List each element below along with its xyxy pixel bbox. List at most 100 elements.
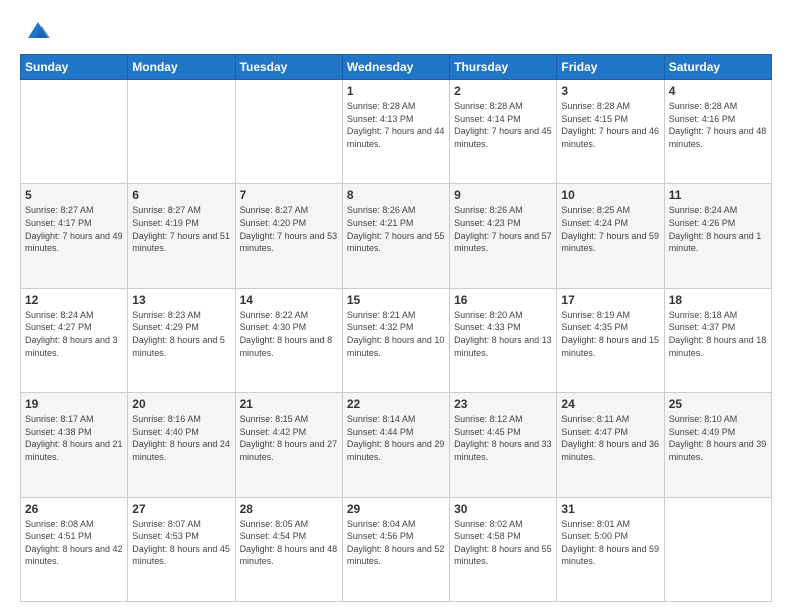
day-info: Sunrise: 8:25 AM Sunset: 4:24 PM Dayligh… [561, 204, 659, 254]
day-info: Sunrise: 8:16 AM Sunset: 4:40 PM Dayligh… [132, 413, 230, 463]
day-number: 20 [132, 397, 230, 411]
day-info: Sunrise: 8:19 AM Sunset: 4:35 PM Dayligh… [561, 309, 659, 359]
day-number: 31 [561, 502, 659, 516]
calendar-table: SundayMondayTuesdayWednesdayThursdayFrid… [20, 54, 772, 602]
day-number: 26 [25, 502, 123, 516]
day-info: Sunrise: 8:24 AM Sunset: 4:27 PM Dayligh… [25, 309, 123, 359]
weekday-header-friday: Friday [557, 55, 664, 80]
day-info: Sunrise: 8:26 AM Sunset: 4:23 PM Dayligh… [454, 204, 552, 254]
day-info: Sunrise: 8:05 AM Sunset: 4:54 PM Dayligh… [240, 518, 338, 568]
day-number: 5 [25, 188, 123, 202]
day-number: 3 [561, 84, 659, 98]
day-info: Sunrise: 8:08 AM Sunset: 4:51 PM Dayligh… [25, 518, 123, 568]
day-number: 30 [454, 502, 552, 516]
calendar-cell [128, 80, 235, 184]
calendar-week-5: 26 Sunrise: 8:08 AM Sunset: 4:51 PM Dayli… [21, 497, 772, 601]
page: SundayMondayTuesdayWednesdayThursdayFrid… [0, 0, 792, 612]
calendar-cell: 20 Sunrise: 8:16 AM Sunset: 4:40 PM Dayli… [128, 393, 235, 497]
day-info: Sunrise: 8:27 AM Sunset: 4:19 PM Dayligh… [132, 204, 230, 254]
calendar-cell: 6 Sunrise: 8:27 AM Sunset: 4:19 PM Daylig… [128, 184, 235, 288]
day-info: Sunrise: 8:12 AM Sunset: 4:45 PM Dayligh… [454, 413, 552, 463]
calendar-week-1: 1 Sunrise: 8:28 AM Sunset: 4:13 PM Daylig… [21, 80, 772, 184]
day-info: Sunrise: 8:28 AM Sunset: 4:15 PM Dayligh… [561, 100, 659, 150]
calendar-cell: 19Sunrise: 8:17 AM Sunset: 4:38 PM Dayli… [21, 393, 128, 497]
day-info: Sunrise: 8:01 AM Sunset: 5:00 PM Dayligh… [561, 518, 659, 568]
day-info: Sunrise: 8:23 AM Sunset: 4:29 PM Dayligh… [132, 309, 230, 359]
calendar-cell: 29 Sunrise: 8:04 AM Sunset: 4:56 PM Dayli… [342, 497, 449, 601]
logo [20, 16, 52, 44]
day-info: Sunrise: 8:28 AM Sunset: 4:16 PM Dayligh… [669, 100, 767, 150]
calendar-cell: 25 Sunrise: 8:10 AM Sunset: 4:49 PM Dayli… [664, 393, 771, 497]
calendar-cell: 24Sunrise: 8:11 AM Sunset: 4:47 PM Dayli… [557, 393, 664, 497]
calendar-cell: 23 Sunrise: 8:12 AM Sunset: 4:45 PM Dayli… [450, 393, 557, 497]
day-info: Sunrise: 8:28 AM Sunset: 4:14 PM Dayligh… [454, 100, 552, 150]
calendar-cell: 30Sunrise: 8:02 AM Sunset: 4:58 PM Dayli… [450, 497, 557, 601]
calendar-cell: 1 Sunrise: 8:28 AM Sunset: 4:13 PM Daylig… [342, 80, 449, 184]
calendar-cell [664, 497, 771, 601]
day-number: 14 [240, 293, 338, 307]
day-number: 22 [347, 397, 445, 411]
day-number: 29 [347, 502, 445, 516]
calendar-cell: 11 Sunrise: 8:24 AM Sunset: 4:26 PM Dayli… [664, 184, 771, 288]
calendar-cell: 7Sunrise: 8:27 AM Sunset: 4:20 PM Daylig… [235, 184, 342, 288]
day-info: Sunrise: 8:07 AM Sunset: 4:53 PM Dayligh… [132, 518, 230, 568]
weekday-header-thursday: Thursday [450, 55, 557, 80]
day-info: Sunrise: 8:04 AM Sunset: 4:56 PM Dayligh… [347, 518, 445, 568]
calendar-cell: 3 Sunrise: 8:28 AM Sunset: 4:15 PM Daylig… [557, 80, 664, 184]
calendar-cell: 31 Sunrise: 8:01 AM Sunset: 5:00 PM Dayli… [557, 497, 664, 601]
calendar-cell: 8 Sunrise: 8:26 AM Sunset: 4:21 PM Daylig… [342, 184, 449, 288]
day-number: 11 [669, 188, 767, 202]
calendar-cell: 21 Sunrise: 8:15 AM Sunset: 4:42 PM Dayli… [235, 393, 342, 497]
day-number: 27 [132, 502, 230, 516]
calendar-cell: 15Sunrise: 8:21 AM Sunset: 4:32 PM Dayli… [342, 288, 449, 392]
day-number: 8 [347, 188, 445, 202]
calendar-cell: 5 Sunrise: 8:27 AM Sunset: 4:17 PM Daylig… [21, 184, 128, 288]
day-info: Sunrise: 8:22 AM Sunset: 4:30 PM Dayligh… [240, 309, 338, 359]
day-number: 1 [347, 84, 445, 98]
weekday-header-saturday: Saturday [664, 55, 771, 80]
calendar-cell: 9 Sunrise: 8:26 AM Sunset: 4:23 PM Daylig… [450, 184, 557, 288]
day-number: 23 [454, 397, 552, 411]
calendar-cell: 12 Sunrise: 8:24 AM Sunset: 4:27 PM Dayli… [21, 288, 128, 392]
calendar-cell: 18Sunrise: 8:18 AM Sunset: 4:37 PM Dayli… [664, 288, 771, 392]
day-info: Sunrise: 8:15 AM Sunset: 4:42 PM Dayligh… [240, 413, 338, 463]
day-info: Sunrise: 8:24 AM Sunset: 4:26 PM Dayligh… [669, 204, 767, 254]
day-number: 21 [240, 397, 338, 411]
day-info: Sunrise: 8:11 AM Sunset: 4:47 PM Dayligh… [561, 413, 659, 463]
day-info: Sunrise: 8:20 AM Sunset: 4:33 PM Dayligh… [454, 309, 552, 359]
day-number: 2 [454, 84, 552, 98]
day-number: 16 [454, 293, 552, 307]
day-info: Sunrise: 8:21 AM Sunset: 4:32 PM Dayligh… [347, 309, 445, 359]
calendar-cell [235, 80, 342, 184]
calendar-week-3: 12 Sunrise: 8:24 AM Sunset: 4:27 PM Dayli… [21, 288, 772, 392]
weekday-header-monday: Monday [128, 55, 235, 80]
day-number: 12 [25, 293, 123, 307]
calendar-week-2: 5 Sunrise: 8:27 AM Sunset: 4:17 PM Daylig… [21, 184, 772, 288]
calendar-cell: 10Sunrise: 8:25 AM Sunset: 4:24 PM Dayli… [557, 184, 664, 288]
calendar-cell: 4Sunrise: 8:28 AM Sunset: 4:16 PM Daylig… [664, 80, 771, 184]
day-info: Sunrise: 8:14 AM Sunset: 4:44 PM Dayligh… [347, 413, 445, 463]
header [20, 16, 772, 44]
day-number: 18 [669, 293, 767, 307]
weekday-header-wednesday: Wednesday [342, 55, 449, 80]
day-info: Sunrise: 8:28 AM Sunset: 4:13 PM Dayligh… [347, 100, 445, 150]
day-number: 7 [240, 188, 338, 202]
day-info: Sunrise: 8:26 AM Sunset: 4:21 PM Dayligh… [347, 204, 445, 254]
day-number: 17 [561, 293, 659, 307]
day-number: 6 [132, 188, 230, 202]
calendar-cell: 27 Sunrise: 8:07 AM Sunset: 4:53 PM Dayli… [128, 497, 235, 601]
calendar-cell: 28Sunrise: 8:05 AM Sunset: 4:54 PM Dayli… [235, 497, 342, 601]
day-number: 13 [132, 293, 230, 307]
calendar-cell: 2 Sunrise: 8:28 AM Sunset: 4:14 PM Daylig… [450, 80, 557, 184]
weekday-header-sunday: Sunday [21, 55, 128, 80]
day-number: 9 [454, 188, 552, 202]
calendar-week-4: 19Sunrise: 8:17 AM Sunset: 4:38 PM Dayli… [21, 393, 772, 497]
calendar-cell: 26 Sunrise: 8:08 AM Sunset: 4:51 PM Dayli… [21, 497, 128, 601]
calendar-cell: 22 Sunrise: 8:14 AM Sunset: 4:44 PM Dayli… [342, 393, 449, 497]
day-info: Sunrise: 8:10 AM Sunset: 4:49 PM Dayligh… [669, 413, 767, 463]
day-info: Sunrise: 8:27 AM Sunset: 4:17 PM Dayligh… [25, 204, 123, 254]
logo-icon [24, 16, 52, 44]
calendar-cell: 16 Sunrise: 8:20 AM Sunset: 4:33 PM Dayli… [450, 288, 557, 392]
calendar-cell: 14 Sunrise: 8:22 AM Sunset: 4:30 PM Dayli… [235, 288, 342, 392]
day-number: 25 [669, 397, 767, 411]
